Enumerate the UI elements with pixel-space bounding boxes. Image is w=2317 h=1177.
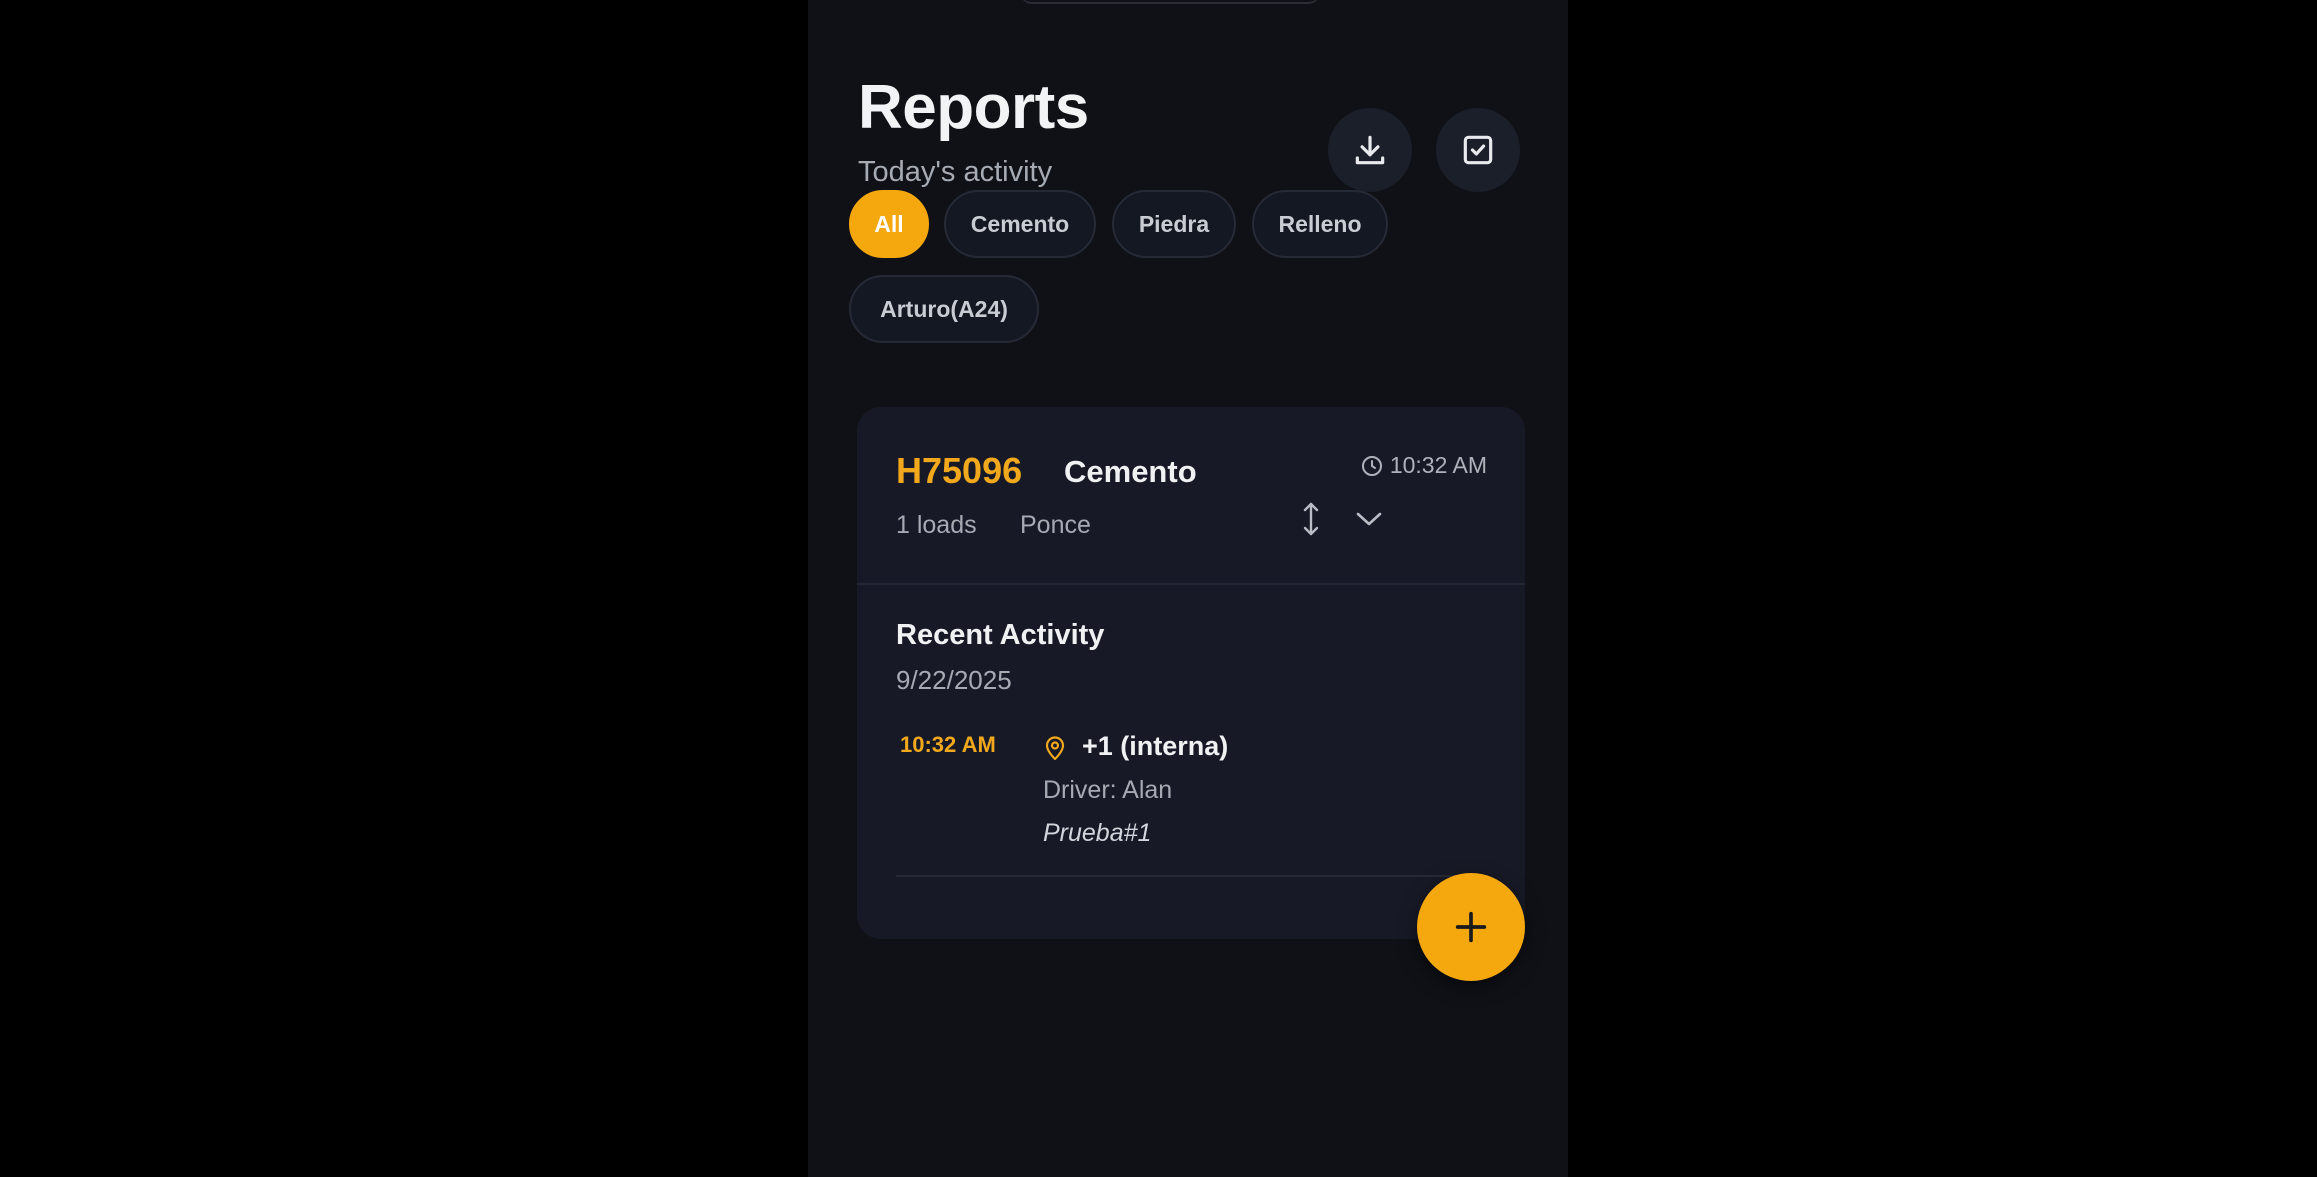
activity-divider bbox=[896, 875, 1486, 877]
checkbox-icon bbox=[1463, 135, 1493, 165]
card-time-label: 10:32 AM bbox=[1389, 452, 1487, 478]
location-pin-icon bbox=[1045, 736, 1065, 761]
clock-icon bbox=[1361, 455, 1382, 476]
recent-activity-title: Recent Activity bbox=[896, 619, 1105, 651]
card-loads: 1 loads bbox=[896, 511, 977, 539]
filter-chip-cemento[interactable]: Cemento bbox=[944, 190, 1096, 258]
page-subtitle: Today's activity bbox=[858, 156, 1053, 188]
activity-time: 10:32 AM bbox=[900, 732, 996, 757]
filter-chip-relleno[interactable]: Relleno bbox=[1252, 190, 1388, 258]
card-material: Cemento bbox=[1064, 454, 1197, 489]
select-mode-button[interactable] bbox=[1436, 108, 1520, 192]
report-card[interactable]: H75096 Cemento 10:32 AM 1 loads Ponce Re… bbox=[857, 407, 1525, 939]
activity-note: Prueba#1 bbox=[1043, 819, 1152, 847]
filter-chip-piedra[interactable]: Piedra bbox=[1112, 190, 1236, 258]
card-time: 10:32 AM bbox=[1360, 452, 1487, 479]
filter-chip-all[interactable]: All bbox=[849, 190, 929, 258]
filter-chip-arturo[interactable]: Arturo(A24) bbox=[849, 275, 1039, 343]
add-report-button[interactable] bbox=[1417, 873, 1525, 981]
sort-button[interactable] bbox=[1293, 499, 1329, 539]
expand-button[interactable] bbox=[1349, 499, 1389, 539]
recent-activity-date: 9/22/2025 bbox=[896, 665, 1012, 695]
card-place: Ponce bbox=[1020, 511, 1091, 539]
plus-icon bbox=[1455, 911, 1487, 943]
download-button[interactable] bbox=[1328, 108, 1412, 192]
page-title: Reports bbox=[858, 73, 1089, 142]
chevron-down-icon bbox=[1356, 512, 1382, 526]
card-code: H75096 bbox=[896, 450, 1023, 491]
card-divider bbox=[857, 583, 1525, 585]
device-notch bbox=[1020, 0, 1320, 4]
sort-vertical-icon bbox=[1303, 502, 1319, 536]
activity-title: +1 (interna) bbox=[1082, 731, 1229, 761]
activity-driver: Driver: Alan bbox=[1043, 776, 1173, 804]
download-icon bbox=[1355, 135, 1385, 165]
app-screen: Reports Today's activity All Cemento Pie… bbox=[808, 0, 1568, 1177]
